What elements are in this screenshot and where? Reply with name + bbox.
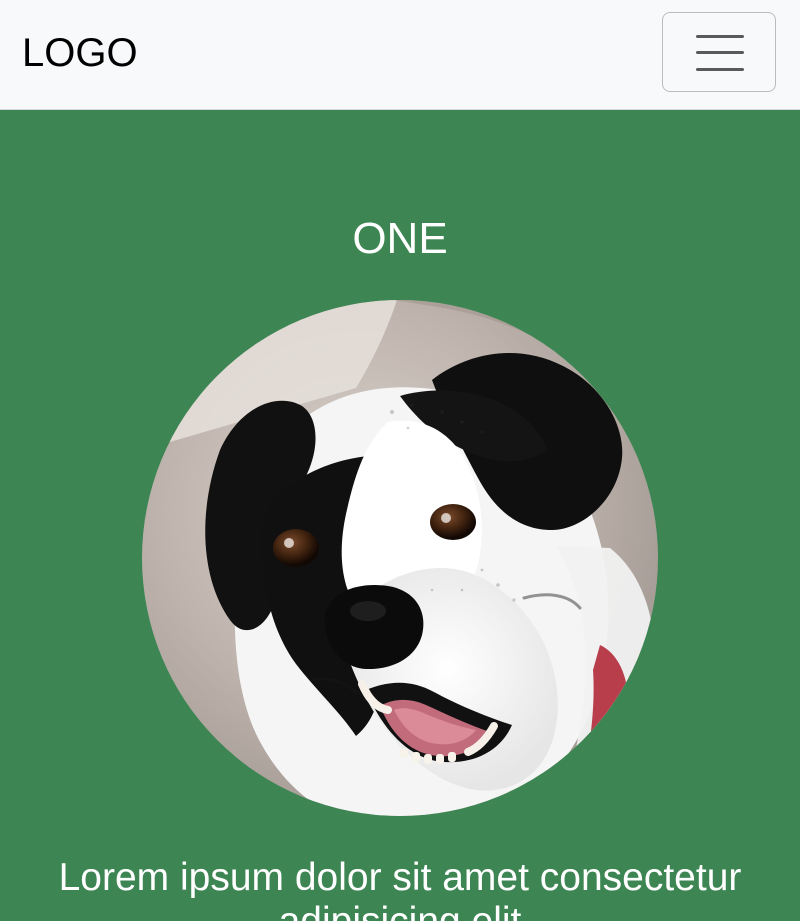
hamburger-bar-top [696,35,744,38]
dog-image [142,300,658,816]
navbar: LOGO [0,0,800,110]
section-lead-text: Lorem ipsum dolor sit amet consectetur a… [58,856,742,921]
logo[interactable]: LOGO [22,31,138,75]
hamburger-bar-middle [696,51,744,54]
hamburger-bar-bottom [696,68,744,71]
section-heading: ONE [352,214,448,263]
navbar-toggler-button[interactable] [662,12,776,92]
hero-section: ONE Lorem ipsum dolor sit amet consectet… [0,110,800,921]
